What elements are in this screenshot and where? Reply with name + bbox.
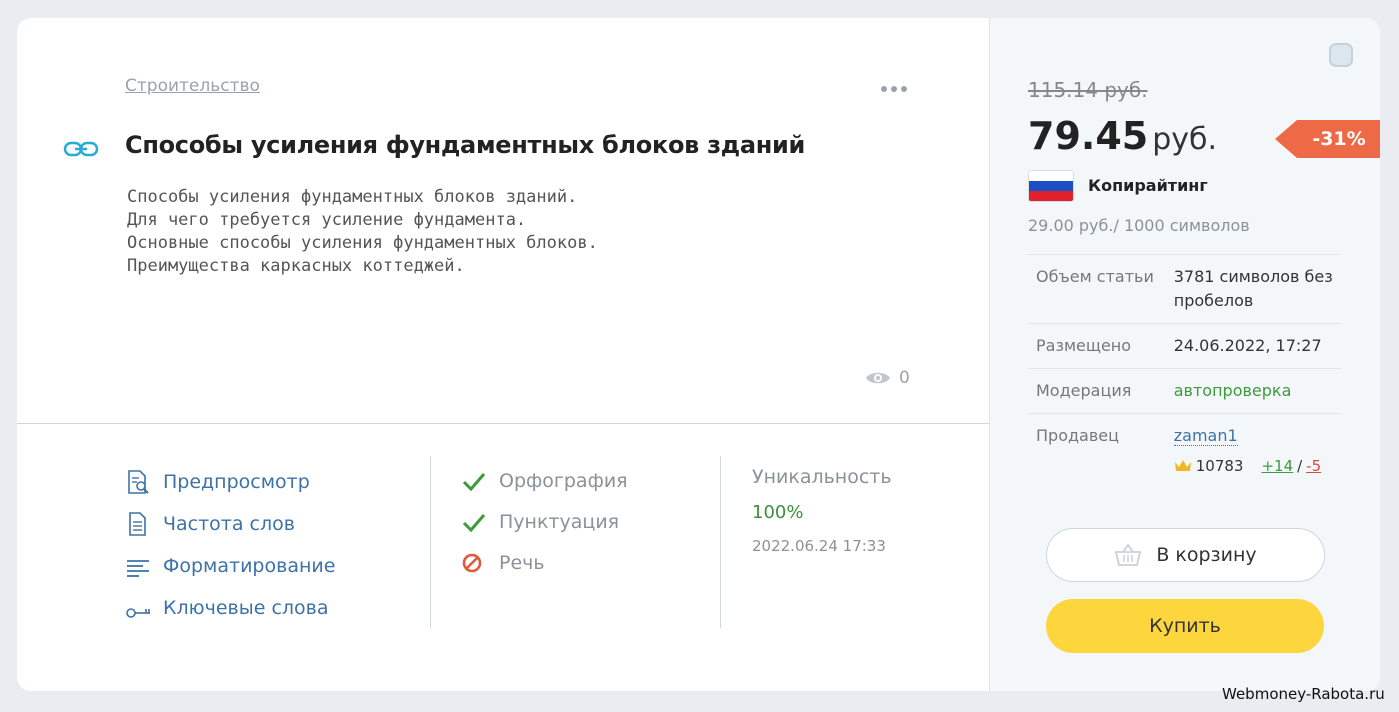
uniqueness-value: 100% bbox=[752, 502, 804, 523]
article-type: Копирайтинг bbox=[1088, 176, 1208, 195]
positive-reviews-link[interactable]: +14 bbox=[1261, 454, 1293, 478]
formatting-button[interactable]: Форматирование bbox=[125, 545, 335, 587]
info-row: Объем статьи 3781 символов без пробелов bbox=[1028, 255, 1341, 324]
prohibited-icon bbox=[462, 553, 482, 572]
info-key: Продавец bbox=[1036, 426, 1120, 445]
word-frequency-button[interactable]: Частота слов bbox=[125, 503, 335, 545]
check-label: Речь bbox=[499, 551, 545, 574]
seller-rating: 10783 bbox=[1195, 457, 1244, 475]
category-link[interactable]: Строительство bbox=[125, 76, 260, 96]
info-row: Модерация автопроверка bbox=[1028, 369, 1341, 414]
buy-label: Купить bbox=[1149, 615, 1221, 637]
link-icon bbox=[63, 141, 99, 157]
seller-info: zaman1 10783 +14 / -5 bbox=[1173, 424, 1341, 478]
description-line: Основные способы усиления фундаментных б… bbox=[127, 233, 598, 253]
checkmark-icon bbox=[462, 472, 486, 491]
views-count: 0 bbox=[899, 368, 910, 388]
description-line: Преимущества каркасных коттеджей. bbox=[127, 256, 465, 276]
uniqueness-block: Уникальность 100% 2022.06.24 17:33 bbox=[752, 466, 892, 555]
description-line: Для чего требуется усиление фундамента. bbox=[127, 210, 527, 230]
tool-label: Предпросмотр bbox=[163, 471, 310, 493]
check-punctuation: Пунктуация bbox=[461, 501, 628, 542]
info-value: 24.06.2022, 17:27 bbox=[1173, 336, 1322, 355]
document-icon bbox=[129, 512, 146, 536]
reviews-separator: / bbox=[1297, 457, 1303, 475]
preview-button[interactable]: Предпросмотр bbox=[125, 461, 335, 503]
tool-label: Ключевые слова bbox=[163, 597, 329, 619]
views-counter: 0 bbox=[865, 368, 910, 388]
preview-icon bbox=[128, 470, 149, 494]
moderation-status: автопроверка bbox=[1173, 381, 1292, 400]
key-icon bbox=[126, 608, 150, 618]
tools-list: Предпросмотр Частота слов Форматирование… bbox=[125, 461, 335, 629]
article-title[interactable]: Способы усиления фундаментных блоков зда… bbox=[125, 131, 805, 159]
uniqueness-label: Уникальность bbox=[752, 466, 892, 488]
checks-list: Орфография Пунктуация Речь bbox=[461, 460, 628, 583]
column-divider bbox=[430, 456, 431, 628]
article-description: Способы усиления фундаментных блоков зда… bbox=[127, 186, 598, 278]
column-divider bbox=[720, 456, 721, 628]
purchase-panel: 115.14 руб. 79.45 руб. -31% Копирайтинг 2… bbox=[989, 18, 1380, 691]
cart-label: В корзину bbox=[1156, 544, 1257, 566]
seller-stats: 10783 +14 / -5 bbox=[1174, 454, 1341, 478]
format-lines-icon bbox=[127, 560, 149, 577]
select-checkbox[interactable] bbox=[1329, 43, 1353, 67]
price-currency: руб. bbox=[1152, 122, 1218, 157]
add-to-cart-button[interactable]: В корзину bbox=[1046, 528, 1325, 582]
buy-button[interactable]: Купить bbox=[1046, 599, 1324, 653]
info-key: Модерация bbox=[1036, 381, 1132, 400]
divider bbox=[17, 423, 989, 424]
info-row: Размещено 24.06.2022, 17:27 bbox=[1028, 324, 1341, 369]
old-price: 115.14 руб. bbox=[1028, 78, 1148, 102]
eye-icon bbox=[866, 372, 890, 384]
keywords-button[interactable]: Ключевые слова bbox=[125, 587, 335, 629]
info-table: Объем статьи 3781 символов без пробелов … bbox=[1028, 254, 1341, 488]
article-main: Строительство Способы усиления фундамент… bbox=[17, 18, 989, 691]
basket-icon bbox=[1115, 543, 1142, 566]
price-rate: 29.00 руб./ 1000 символов bbox=[1028, 216, 1250, 235]
article-card: Строительство Способы усиления фундамент… bbox=[17, 18, 1380, 691]
uniqueness-date: 2022.06.24 17:33 bbox=[752, 537, 886, 555]
price-value: 79.45 bbox=[1028, 114, 1149, 158]
check-label: Пунктуация bbox=[499, 510, 620, 533]
crown-icon bbox=[1174, 460, 1191, 471]
check-speech: Речь bbox=[461, 542, 628, 583]
more-options-icon[interactable] bbox=[881, 86, 907, 92]
negative-reviews-link[interactable]: -5 bbox=[1306, 454, 1321, 478]
check-label: Орфография bbox=[499, 469, 628, 492]
check-spelling: Орфография bbox=[461, 460, 628, 501]
tool-label: Форматирование bbox=[163, 555, 336, 577]
info-key: Объем статьи bbox=[1036, 267, 1154, 286]
watermark: Webmoney-Rabota.ru bbox=[1222, 685, 1385, 703]
price: 79.45 руб. bbox=[1028, 114, 1217, 158]
info-key: Размещено bbox=[1036, 336, 1132, 355]
tool-label: Частота слов bbox=[163, 513, 295, 535]
description-line: Способы усиления фундаментных блоков зда… bbox=[127, 187, 578, 207]
checkmark-icon bbox=[462, 513, 486, 532]
discount-badge: -31% bbox=[1275, 120, 1380, 158]
info-row: Продавец zaman1 10783 +14 / -5 bbox=[1028, 414, 1341, 488]
seller-link[interactable]: zaman1 bbox=[1173, 426, 1238, 446]
info-value: 3781 символов без пробелов bbox=[1173, 267, 1333, 310]
russia-flag-icon bbox=[1028, 170, 1074, 202]
